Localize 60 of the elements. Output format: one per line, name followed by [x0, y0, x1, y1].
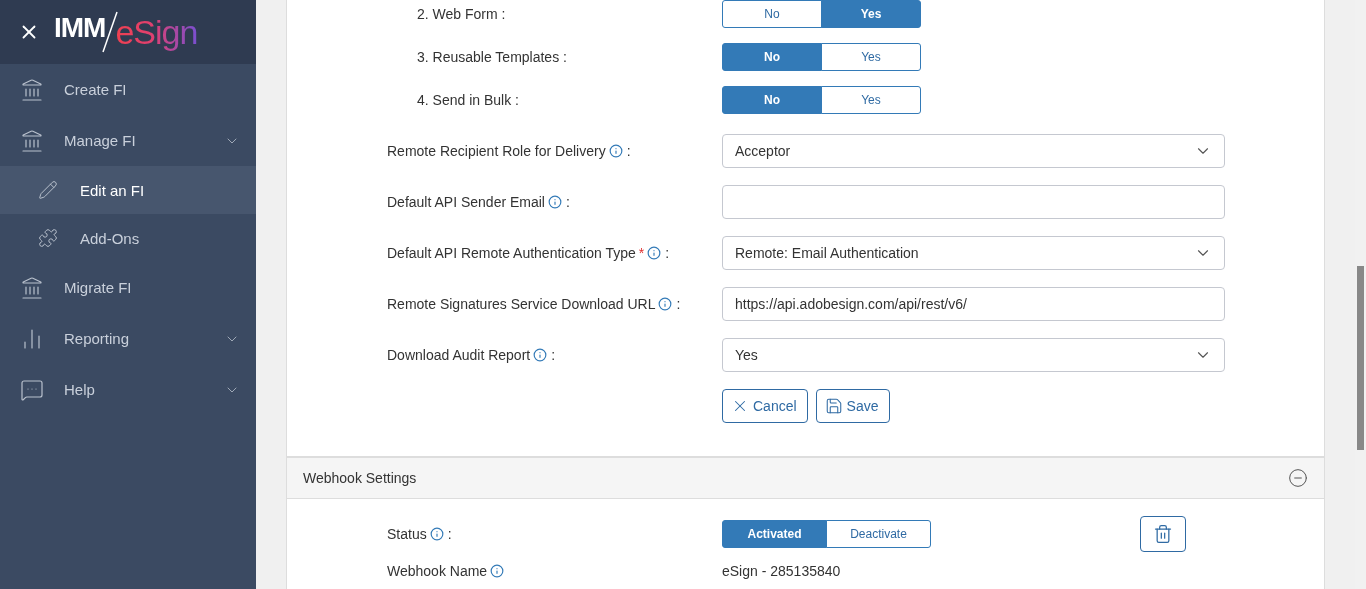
bank-icon [20, 77, 44, 102]
input-field[interactable]: https://api.adobesign.com/api/rest/v6/ [722, 287, 1225, 321]
scrollbar[interactable] [1355, 0, 1366, 589]
save-icon [824, 397, 843, 415]
toggle-option[interactable]: No [722, 43, 822, 71]
delete-button[interactable] [1140, 516, 1186, 552]
info-icon[interactable] [490, 564, 505, 578]
toggle-option[interactable]: Yes [821, 0, 921, 28]
select-field[interactable]: Acceptor [722, 134, 1225, 168]
field-label: Default API Remote Authentication Type [387, 245, 636, 261]
save-button[interactable]: Save [815, 389, 890, 423]
info-icon[interactable] [429, 527, 444, 541]
info-icon[interactable] [658, 297, 673, 311]
field-label: Default API Sender Email [387, 194, 545, 210]
logo: IMM eSign [54, 10, 198, 54]
field-label: Download Audit Report [387, 347, 531, 363]
colon: : [566, 194, 570, 210]
field-label: Remote Recipient Role for Delivery [387, 143, 606, 159]
bank-icon [20, 128, 44, 153]
pencil-icon [38, 180, 58, 200]
toggle-option[interactable]: Deactivate [826, 520, 931, 548]
colon: : [551, 347, 556, 363]
colon: : [626, 143, 631, 159]
colon: : [665, 245, 670, 261]
info-icon[interactable] [647, 246, 662, 260]
colon: : [447, 526, 452, 542]
field-label: Webhook Name [387, 563, 488, 579]
toggle-option[interactable]: Yes [821, 43, 921, 71]
nav-subitem[interactable]: Add-Ons [0, 214, 256, 262]
feature-label: 3. Reusable Templates : [417, 49, 567, 65]
section-title: Webhook Settings [303, 470, 417, 486]
collapse-icon[interactable] [1288, 468, 1308, 488]
bank-icon [20, 275, 44, 300]
nav-item[interactable]: Migrate FI [0, 262, 256, 313]
info-icon[interactable] [533, 348, 548, 362]
toggle-option[interactable]: Yes [821, 86, 921, 114]
toggle-option[interactable]: No [722, 86, 822, 114]
field-value: eSign - 285135840 [722, 563, 841, 579]
nav-item[interactable]: Help [0, 364, 256, 415]
colon: : [676, 296, 681, 312]
nav-item[interactable]: Manage FI [0, 115, 256, 166]
toggle-option[interactable]: No [722, 0, 822, 28]
trash-icon [1153, 524, 1173, 544]
help-icon [20, 377, 44, 402]
required-mark: * [638, 245, 645, 261]
info-icon[interactable] [608, 144, 623, 158]
select-field[interactable]: Remote: Email Authentication [722, 236, 1225, 270]
input-field[interactable] [722, 185, 1225, 219]
toggle-option[interactable]: Activated [722, 520, 827, 548]
puzzle-icon [38, 228, 58, 248]
nav-item[interactable]: Create FI [0, 64, 256, 115]
cancel-button[interactable]: Cancel [722, 389, 808, 423]
nav-subitem[interactable]: Edit an FI [0, 166, 256, 214]
feature-label: 2. Web Form : [417, 6, 506, 22]
field-label: Remote Signatures Service Download URL [387, 296, 656, 312]
feature-label: 4. Send in Bulk : [417, 92, 519, 108]
select-field[interactable]: Yes [722, 338, 1225, 372]
nav-item[interactable]: Reporting [0, 313, 256, 364]
info-icon[interactable] [548, 195, 562, 209]
field-label: Status [387, 526, 427, 542]
